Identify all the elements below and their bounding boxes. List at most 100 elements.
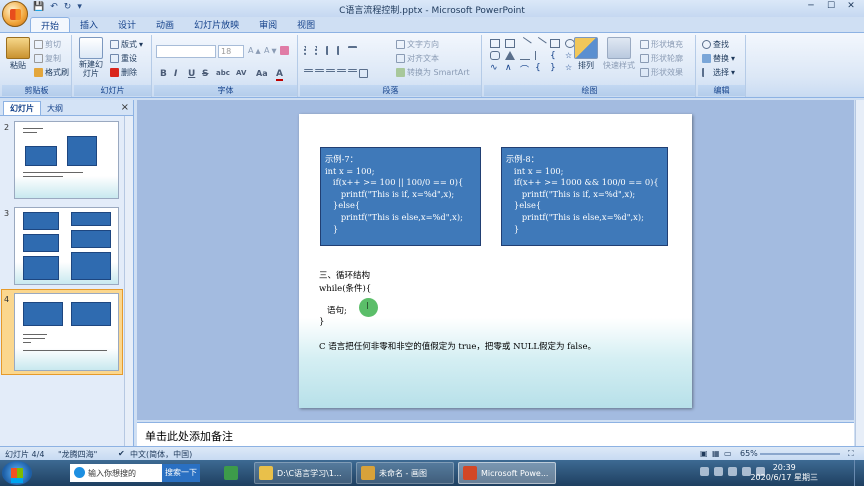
fit-window-icon[interactable]: ⛶: [848, 449, 854, 459]
panel-tab-outline[interactable]: 大纲: [41, 102, 69, 115]
taskbar-app-paint[interactable]: 未命名 - 画图: [356, 462, 454, 484]
shape-curve-icon[interactable]: ∿: [490, 63, 500, 73]
format-painter-button[interactable]: 格式刷: [34, 67, 69, 78]
maximize-button[interactable]: ☐: [822, 1, 840, 14]
columns-icon[interactable]: [359, 69, 368, 78]
notes-pane[interactable]: 单击此处添加备注: [137, 422, 854, 446]
slide-thumbnail[interactable]: [14, 121, 119, 199]
indent-icon[interactable]: [326, 46, 335, 55]
code-example-7[interactable]: 示例-7： int x = 100; if(x++ >= 100 || 100/…: [320, 147, 481, 246]
thumbnail-row[interactable]: 3: [0, 205, 125, 289]
panel-scrollbar[interactable]: [124, 116, 133, 446]
shapes-gallery[interactable]: {☆ ∿ ∧ ⌒{} ☆: [490, 36, 577, 76]
close-button[interactable]: ✕: [842, 1, 860, 14]
quick-styles-button[interactable]: 快速样式: [602, 37, 636, 71]
shape-rounded-icon[interactable]: [490, 51, 500, 60]
outdent-icon[interactable]: [337, 46, 346, 55]
delete-slide-button[interactable]: 删除: [110, 67, 137, 78]
truthy-note[interactable]: C 语言把任何非零和非空的值假定为 true，把零或 NULL假定为 false…: [319, 340, 596, 352]
paste-button[interactable]: 粘贴: [6, 37, 30, 71]
clock[interactable]: 20:39 2020/6/17 星期三: [750, 463, 818, 483]
close-icon[interactable]: ×: [121, 102, 129, 113]
layout-button[interactable]: 版式 ▾: [110, 39, 143, 50]
new-slide-button[interactable]: 新建幻灯片: [76, 37, 106, 78]
align-center-icon[interactable]: [315, 69, 324, 78]
shape-freeform-icon[interactable]: ∧: [505, 63, 515, 73]
clear-format-button[interactable]: [280, 46, 289, 55]
bluetooth-icon[interactable]: [714, 467, 723, 476]
network-icon[interactable]: [728, 467, 737, 476]
align-left-icon[interactable]: [304, 69, 313, 78]
reset-button[interactable]: 重设: [110, 53, 137, 64]
shape-fill-button[interactable]: 形状填充: [640, 39, 683, 50]
shape-rbracket-icon[interactable]: }: [550, 63, 560, 73]
tab-home[interactable]: 开始: [30, 17, 71, 32]
zoom-slider[interactable]: [760, 453, 840, 455]
shape-arrow-icon[interactable]: [533, 36, 547, 51]
text-direction-button[interactable]: 文字方向: [396, 39, 439, 50]
thumbnail-row-selected[interactable]: 4: [0, 289, 125, 375]
shape-textbox-icon[interactable]: [490, 39, 500, 48]
shape-rect-icon[interactable]: [505, 39, 515, 48]
office-button[interactable]: [2, 1, 28, 27]
shape-arc-icon[interactable]: ⌒: [520, 63, 530, 76]
font-name-combo[interactable]: [156, 45, 216, 58]
shrink-font-button[interactable]: A ▼: [264, 46, 277, 55]
slide-thumbnail[interactable]: [14, 207, 119, 285]
bullets-button[interactable]: [304, 46, 357, 55]
line-spacing-icon[interactable]: [348, 46, 357, 55]
distribute-icon[interactable]: [348, 69, 357, 78]
italic-button[interactable]: I: [174, 69, 177, 79]
thumbnail-row[interactable]: 2: [0, 119, 125, 203]
code-example-8[interactable]: 示例-8： int x = 100; if(x++ >= 1000 && 100…: [501, 147, 668, 246]
normal-view-icon[interactable]: ▣: [700, 449, 708, 458]
replace-button[interactable]: 替换 ▾: [702, 53, 735, 64]
arrange-button[interactable]: 排列: [574, 37, 598, 71]
char-spacing-button[interactable]: AV: [236, 69, 246, 77]
shape-rectangle-icon[interactable]: [550, 39, 560, 48]
taskbar-search-button[interactable]: 搜索一下: [162, 464, 200, 482]
section-heading[interactable]: 三、循环结构: [319, 269, 370, 281]
slide-thumbnail-selected[interactable]: [14, 293, 119, 371]
cut-button[interactable]: 剪切: [34, 39, 61, 50]
shape-brace-icon[interactable]: {: [550, 51, 560, 61]
panel-tab-slides[interactable]: 幻灯片: [3, 101, 41, 115]
numbering-icon[interactable]: [315, 46, 324, 55]
zoom-level[interactable]: 65%: [740, 449, 758, 458]
shape-elbow-icon[interactable]: [520, 51, 530, 60]
justify-icon[interactable]: [337, 69, 346, 78]
find-button[interactable]: 查找: [702, 39, 729, 50]
start-button[interactable]: [2, 461, 32, 485]
tab-view[interactable]: 视图: [287, 17, 325, 32]
editor-scrollbar[interactable]: [855, 100, 864, 446]
align-text-button[interactable]: 对齐文本: [396, 53, 439, 64]
sorter-view-icon[interactable]: ▦: [712, 449, 720, 458]
shadow-button[interactable]: abc: [216, 69, 230, 77]
shape-outline-button[interactable]: 形状轮廓: [640, 53, 683, 64]
change-case-button[interactable]: Aa: [256, 69, 268, 78]
copy-button[interactable]: 复制: [34, 53, 61, 64]
slideshow-view-icon[interactable]: ▭: [724, 449, 732, 458]
statement-line[interactable]: 语句;: [327, 304, 347, 316]
grow-font-button[interactable]: A ▲: [248, 46, 261, 55]
font-size-combo[interactable]: 18: [218, 45, 244, 58]
language-status[interactable]: 中文(简体，中国): [130, 449, 192, 460]
show-desktop-button[interactable]: [854, 460, 864, 486]
while-line[interactable]: while(条件){: [319, 282, 371, 294]
tab-animations[interactable]: 动画: [146, 17, 184, 32]
taskbar-app-explorer[interactable]: D:\C语言学习\1...: [254, 462, 352, 484]
taskbar-app-powerpoint[interactable]: Microsoft Powe...: [458, 462, 556, 484]
underline-button[interactable]: U: [188, 69, 195, 79]
tab-insert[interactable]: 插入: [70, 17, 108, 32]
shape-lbracket-icon[interactable]: {: [535, 63, 545, 73]
shape-line-icon[interactable]: [518, 36, 532, 51]
closing-brace[interactable]: }: [319, 317, 324, 327]
tab-review[interactable]: 审阅: [249, 17, 287, 32]
tab-design[interactable]: 设计: [108, 17, 146, 32]
shape-triangle-icon[interactable]: [505, 51, 515, 60]
strikethrough-button[interactable]: S: [202, 69, 208, 79]
tab-slideshow[interactable]: 幻灯片放映: [184, 17, 249, 32]
keyboard-icon[interactable]: [700, 467, 709, 476]
bold-button[interactable]: B: [160, 69, 167, 79]
align-right-icon[interactable]: [326, 69, 335, 78]
